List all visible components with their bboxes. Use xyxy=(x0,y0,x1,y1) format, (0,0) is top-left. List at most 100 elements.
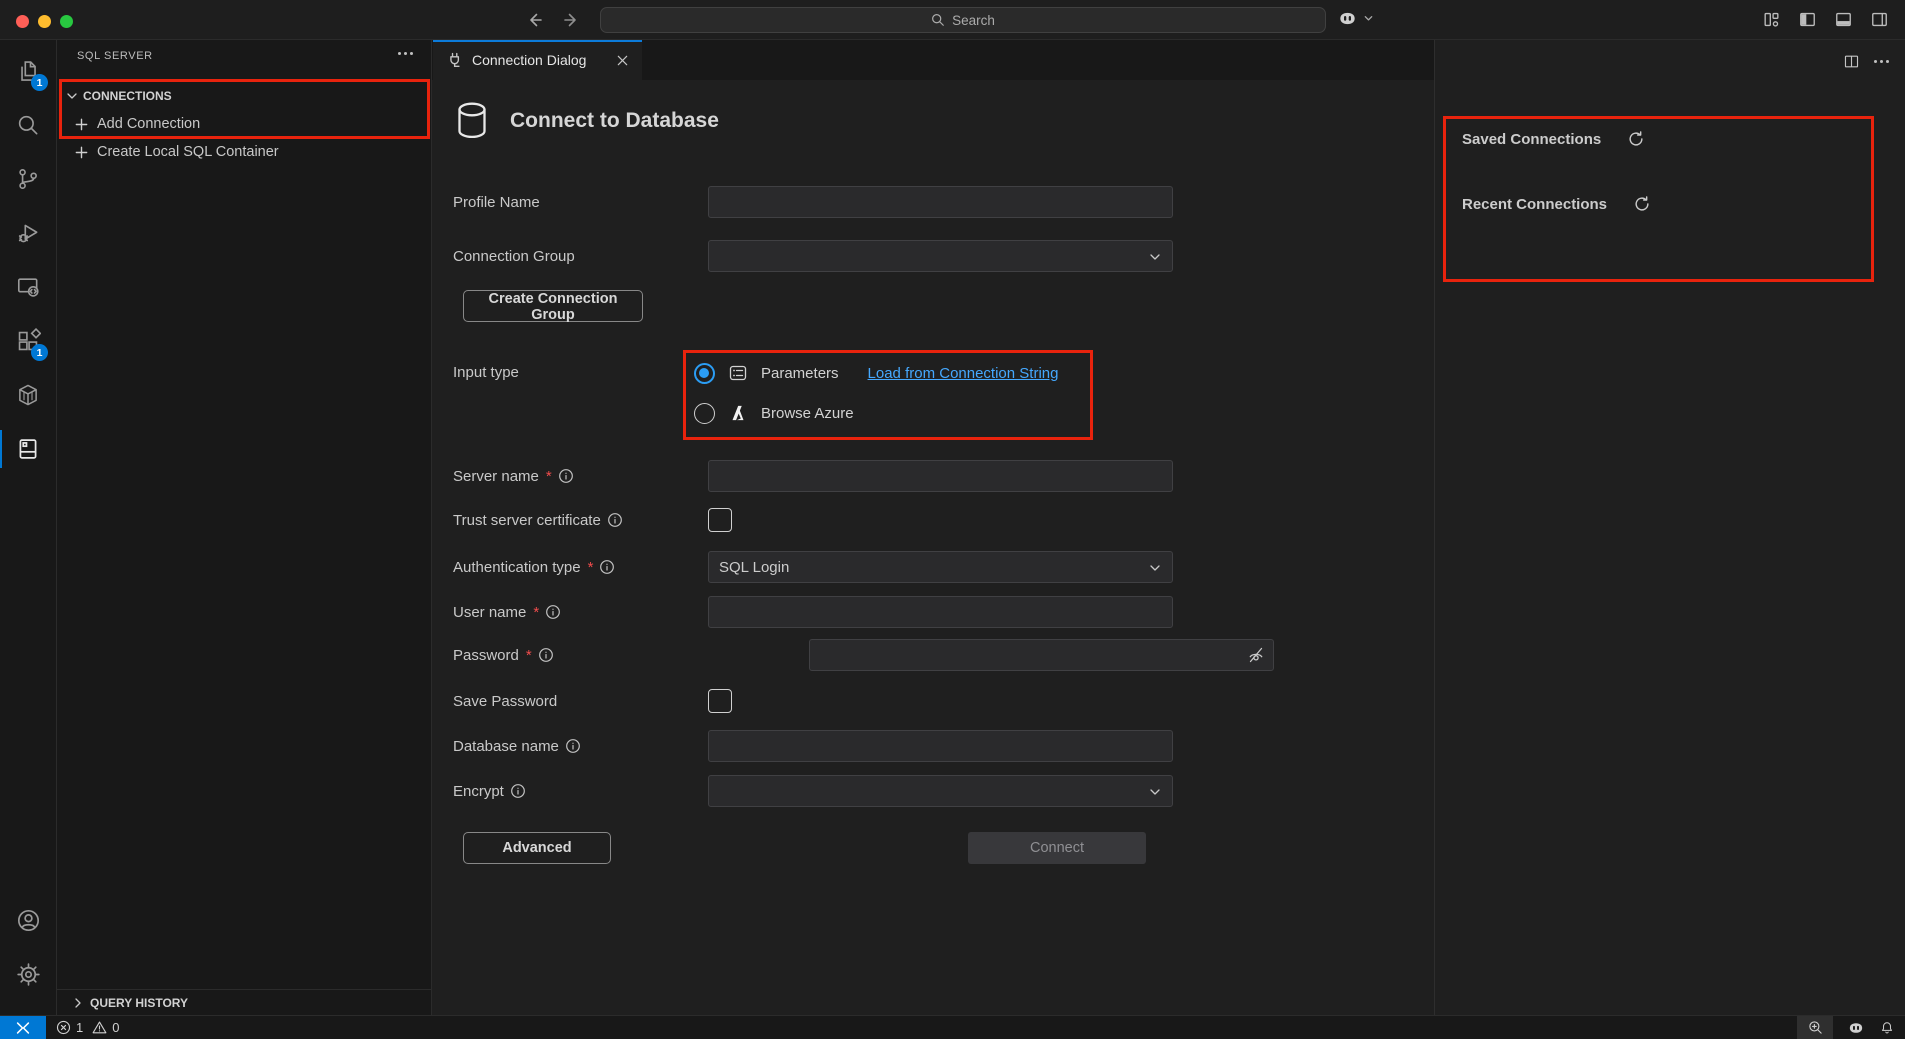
info-icon[interactable] xyxy=(565,738,581,754)
settings-gear-icon[interactable] xyxy=(0,947,56,1001)
sql-server-view-icon[interactable] xyxy=(0,422,56,476)
create-connection-group-button[interactable]: Create Connection Group xyxy=(463,290,643,322)
close-window-button[interactable] xyxy=(16,15,29,28)
refresh-icon[interactable] xyxy=(1627,130,1645,148)
remote-indicator[interactable] xyxy=(0,1016,46,1039)
minimize-window-button[interactable] xyxy=(38,15,51,28)
info-icon[interactable] xyxy=(599,559,615,575)
server-name-label: Server name* xyxy=(453,460,574,492)
database-name-input[interactable] xyxy=(708,730,1173,762)
sidebar-title: SQL SERVER xyxy=(77,50,153,62)
plus-icon xyxy=(74,117,89,132)
chevron-down-icon xyxy=(1148,785,1162,799)
warning-count: 0 xyxy=(112,1020,119,1035)
trust-server-certificate-label: Trust server certificate xyxy=(453,508,623,532)
toggle-secondary-sidebar-icon[interactable] xyxy=(1870,10,1889,29)
search-icon xyxy=(931,13,945,27)
user-name-input[interactable] xyxy=(708,596,1173,628)
chevron-down-icon xyxy=(1363,13,1374,24)
advanced-button[interactable]: Advanced xyxy=(463,832,611,864)
tab-connection-dialog[interactable]: Connection Dialog xyxy=(433,40,642,80)
command-center-search[interactable]: Search xyxy=(600,7,1326,33)
chevron-down-icon xyxy=(1148,250,1162,264)
parameters-radio[interactable] xyxy=(694,363,715,384)
info-icon[interactable] xyxy=(510,783,526,799)
zoom-status-icon[interactable] xyxy=(1797,1016,1833,1039)
browse-azure-option-label: Browse Azure xyxy=(761,405,854,422)
extensions-badge: 1 xyxy=(31,344,48,361)
toggle-primary-sidebar-icon[interactable] xyxy=(1798,10,1817,29)
connection-dialog-form: Connect to Database Profile Name Connect… xyxy=(432,80,1434,1015)
source-control-icon[interactable] xyxy=(0,152,56,206)
explorer-badge: 1 xyxy=(31,74,48,91)
eye-off-icon[interactable] xyxy=(1244,644,1268,666)
info-icon[interactable] xyxy=(545,604,561,620)
forward-icon[interactable] xyxy=(560,8,584,32)
extensions-icon[interactable]: 1 xyxy=(0,314,56,368)
info-icon[interactable] xyxy=(538,647,554,663)
warning-icon xyxy=(92,1020,107,1035)
password-label: Password* xyxy=(453,639,554,671)
saved-connections-header: Saved Connections xyxy=(1462,131,1601,148)
page-title: Connect to Database xyxy=(510,109,719,133)
query-history-section-header[interactable]: QUERY HISTORY xyxy=(57,989,431,1015)
connect-button[interactable]: Connect xyxy=(968,832,1146,864)
activity-bar: 1 1 xyxy=(0,40,57,1015)
titlebar: Search xyxy=(0,0,1905,40)
more-actions-icon[interactable] xyxy=(398,52,413,55)
search-placeholder: Search xyxy=(952,13,995,28)
info-icon[interactable] xyxy=(558,468,574,484)
save-password-checkbox[interactable] xyxy=(708,689,732,713)
copilot-icon xyxy=(1337,8,1358,29)
connections-section-header[interactable]: CONNECTIONS xyxy=(57,82,431,110)
copilot-status-icon[interactable] xyxy=(1847,1019,1865,1037)
browse-azure-radio[interactable] xyxy=(694,403,715,424)
vscode-window: Search xyxy=(0,0,1905,1039)
server-name-input[interactable] xyxy=(708,460,1173,492)
parameters-option-label: Parameters xyxy=(761,365,839,382)
run-debug-icon[interactable] xyxy=(0,206,56,260)
user-name-label: User name* xyxy=(453,596,561,628)
tab-strip: Connection Dialog xyxy=(432,40,1434,80)
split-editor-icon[interactable] xyxy=(1843,53,1860,70)
customize-layout-icon[interactable] xyxy=(1762,10,1781,29)
connection-group-label: Connection Group xyxy=(453,240,575,272)
traffic-lights xyxy=(16,15,73,28)
plus-icon xyxy=(74,145,89,160)
copilot-menu[interactable] xyxy=(1337,8,1374,29)
chevron-down-icon xyxy=(65,89,79,103)
profile-name-input[interactable] xyxy=(708,186,1173,218)
back-icon[interactable] xyxy=(522,8,546,32)
remote-explorer-icon[interactable] xyxy=(0,260,56,314)
refresh-icon[interactable] xyxy=(1633,195,1651,213)
explorer-icon[interactable]: 1 xyxy=(0,44,56,98)
chevron-down-icon xyxy=(1148,561,1162,575)
trust-server-certificate-checkbox[interactable] xyxy=(708,508,732,532)
problems-status[interactable]: 1 0 xyxy=(56,1020,119,1035)
authentication-type-label: Authentication type* xyxy=(453,551,615,583)
chevron-right-icon xyxy=(71,996,85,1010)
input-type-label: Input type xyxy=(453,356,519,388)
sidebar-item-create-local-sql-container[interactable]: Create Local SQL Container xyxy=(57,138,431,166)
more-actions-icon[interactable] xyxy=(1874,60,1889,63)
parameters-form-icon xyxy=(728,363,748,383)
close-tab-icon[interactable] xyxy=(612,50,632,70)
error-count: 1 xyxy=(76,1020,83,1035)
connection-group-dropdown[interactable] xyxy=(708,240,1173,272)
profile-name-label: Profile Name xyxy=(453,186,540,218)
toggle-panel-icon[interactable] xyxy=(1834,10,1853,29)
authentication-type-dropdown[interactable]: SQL Login xyxy=(708,551,1173,583)
sidebar-item-add-connection[interactable]: Add Connection xyxy=(57,110,431,138)
accounts-icon[interactable] xyxy=(0,893,56,947)
encrypt-dropdown[interactable] xyxy=(708,775,1173,807)
save-password-label: Save Password xyxy=(453,689,557,713)
editor-group: Connection Dialog Connect to Database Pr… xyxy=(432,40,1434,1015)
maximize-window-button[interactable] xyxy=(60,15,73,28)
search-view-icon[interactable] xyxy=(0,98,56,152)
info-icon[interactable] xyxy=(607,512,623,528)
containers-icon[interactable] xyxy=(0,368,56,422)
notifications-bell-icon[interactable] xyxy=(1879,1020,1895,1036)
status-bar: 1 0 xyxy=(0,1015,1905,1039)
password-input[interactable] xyxy=(809,639,1274,671)
load-from-connection-string-link[interactable]: Load from Connection String xyxy=(868,365,1059,382)
